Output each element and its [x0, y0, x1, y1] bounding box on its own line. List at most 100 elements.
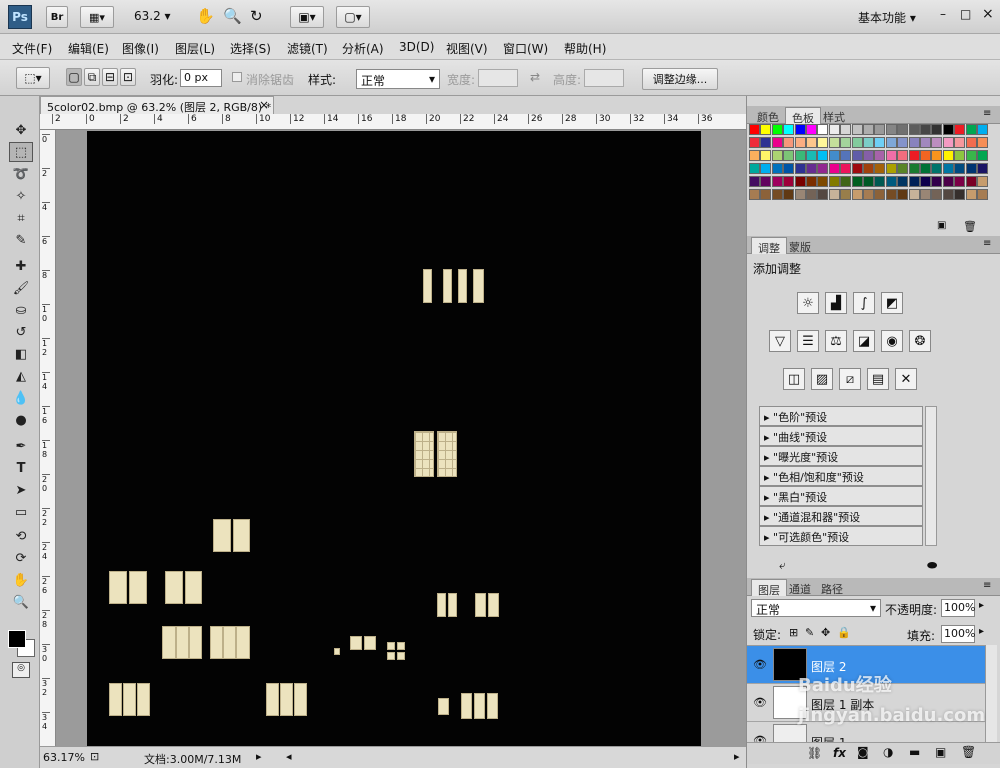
trash-icon[interactable]: 🗑: [961, 745, 976, 759]
panel-menu-icon[interactable]: ≡: [983, 580, 991, 591]
healing-brush-tool-icon[interactable]: ✚: [9, 256, 33, 276]
color-swatch[interactable]: [794, 124, 806, 135]
color-swatch[interactable]: [783, 163, 795, 174]
color-swatch[interactable]: [783, 189, 795, 200]
color-swatch[interactable]: [897, 189, 909, 200]
minimize-button[interactable]: –: [940, 7, 946, 21]
menu-window[interactable]: 窗口(W): [503, 40, 548, 57]
color-swatch[interactable]: [806, 163, 817, 174]
dodge-tool-icon[interactable]: ●: [9, 410, 33, 430]
color-swatch[interactable]: [908, 163, 920, 174]
color-swatch[interactable]: [851, 163, 863, 174]
lock-all-icon[interactable]: 🔒: [837, 626, 851, 639]
scroll-right-arrow-icon[interactable]: ▸: [734, 750, 740, 763]
path-selection-tool-icon[interactable]: ➤: [9, 480, 33, 500]
photo-filter-icon[interactable]: ◉: [881, 330, 903, 352]
color-swatch[interactable]: [954, 176, 966, 187]
color-swatch[interactable]: [749, 124, 760, 135]
tab-adjustments[interactable]: 调整: [751, 237, 787, 255]
color-swatch[interactable]: [885, 176, 897, 187]
zoom-tool-icon[interactable]: 🔍: [9, 592, 33, 612]
tab-color[interactable]: 颜色: [751, 107, 785, 124]
color-swatch[interactable]: [840, 137, 852, 148]
menu-view[interactable]: 视图(V): [446, 40, 488, 57]
color-swatch[interactable]: [817, 124, 829, 135]
color-swatch[interactable]: [840, 176, 852, 187]
maximize-button[interactable]: □: [960, 7, 971, 21]
color-swatch[interactable]: [749, 176, 760, 187]
brightness-icon[interactable]: ☼: [797, 292, 819, 314]
eye-icon[interactable]: 👁: [753, 696, 767, 709]
status-zoom[interactable]: 63.17%: [43, 751, 85, 764]
color-swatch[interactable]: [897, 137, 909, 148]
eye-icon[interactable]: 👁: [753, 658, 767, 671]
blur-tool-icon[interactable]: 💧: [9, 388, 33, 408]
color-swatch[interactable]: [954, 150, 966, 161]
new-selection-icon[interactable]: ▢: [66, 68, 82, 86]
color-swatch[interactable]: [874, 189, 886, 200]
color-swatch[interactable]: [931, 150, 943, 161]
color-swatch[interactable]: [931, 189, 943, 200]
color-swatch[interactable]: [783, 137, 795, 148]
eraser-tool-icon[interactable]: ◧: [9, 344, 33, 364]
lock-position-icon[interactable]: ✥: [821, 626, 830, 639]
color-swatch[interactable]: [920, 137, 931, 148]
preset-item[interactable]: ▸ "曝光度"预设: [759, 446, 923, 466]
3d-rotate-tool-icon[interactable]: ⟲: [9, 526, 33, 546]
tab-swatches[interactable]: 色板: [785, 107, 821, 125]
menu-select[interactable]: 选择(S): [230, 40, 271, 57]
new-swatch-icon[interactable]: ▣: [937, 220, 946, 231]
document-tab[interactable]: 5color02.bmp @ 63.2% (图层 2, RGB/8) * ×: [40, 96, 274, 114]
trash-icon[interactable]: 🗑: [963, 220, 977, 233]
fx-icon[interactable]: fx: [833, 746, 846, 760]
rect-marquee-tool-icon[interactable]: ⬚: [9, 142, 33, 162]
color-swatch[interactable]: [828, 137, 840, 148]
color-swatch[interactable]: [885, 150, 897, 161]
rectangle-tool-icon[interactable]: ▭: [9, 502, 33, 522]
color-swatch[interactable]: [863, 176, 874, 187]
color-swatch[interactable]: [954, 137, 966, 148]
color-swatch[interactable]: [749, 150, 760, 161]
curves-icon[interactable]: ∫: [853, 292, 875, 314]
color-swatch[interactable]: [749, 163, 760, 174]
pen-tool-icon[interactable]: ✒: [9, 436, 33, 456]
invert-icon[interactable]: ◫: [783, 368, 805, 390]
menu-3d[interactable]: 3D(D): [399, 40, 434, 54]
color-swatch[interactable]: [874, 176, 886, 187]
color-swatch[interactable]: [863, 163, 874, 174]
color-swatch[interactable]: [794, 163, 806, 174]
lock-paint-icon[interactable]: ✎: [805, 626, 814, 639]
lock-transparency-icon[interactable]: ⊞: [789, 626, 798, 639]
refine-edge-button[interactable]: 调整边缘...: [642, 68, 718, 90]
color-swatch[interactable]: [806, 124, 817, 135]
posterize-icon[interactable]: ▨: [811, 368, 833, 390]
color-swatch[interactable]: [828, 150, 840, 161]
menu-help[interactable]: 帮助(H): [564, 40, 606, 57]
menu-file[interactable]: 文件(F): [12, 40, 52, 57]
adjustment-layer-icon[interactable]: ◑: [883, 745, 893, 759]
color-swatch[interactable]: [817, 150, 829, 161]
color-swatch[interactable]: [828, 176, 840, 187]
menu-edit[interactable]: 编辑(E): [68, 40, 109, 57]
color-swatch[interactable]: [760, 137, 772, 148]
preset-scrollbar[interactable]: [925, 406, 937, 546]
color-swatch[interactable]: [874, 163, 886, 174]
zoom-level-dropdown[interactable]: 63.2 ▾: [134, 9, 171, 23]
color-swatch[interactable]: [783, 124, 795, 135]
color-swatch[interactable]: [874, 124, 886, 135]
color-swatch[interactable]: [760, 189, 772, 200]
preset-item[interactable]: ▸ "色阶"预设: [759, 406, 923, 426]
view-extras-button[interactable]: ▦▾: [80, 6, 114, 28]
color-swatch[interactable]: [908, 189, 920, 200]
color-swatch[interactable]: [874, 137, 886, 148]
color-swatch[interactable]: [840, 124, 852, 135]
color-swatch[interactable]: [863, 124, 874, 135]
color-swatch[interactable]: [783, 176, 795, 187]
height-input[interactable]: [584, 69, 624, 87]
color-swatch[interactable]: [851, 137, 863, 148]
image-canvas[interactable]: [87, 131, 701, 746]
horizontal-ruler[interactable]: 2 0 2 4 6 8 10 12 14 16 18 20 22 24 26 28 30 32 34 36: [40, 114, 746, 130]
subtract-selection-icon[interactable]: ⊟: [102, 68, 118, 86]
color-swatch[interactable]: [885, 163, 897, 174]
opacity-input[interactable]: 100%: [941, 599, 975, 617]
